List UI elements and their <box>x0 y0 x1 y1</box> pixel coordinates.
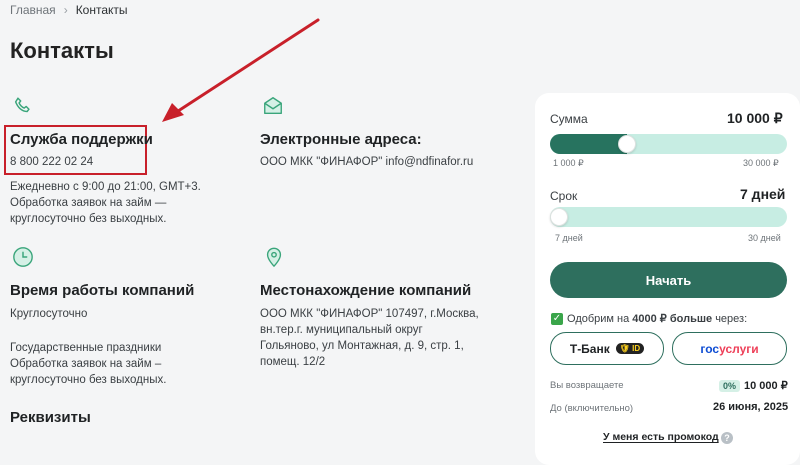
term-value: 7 дней <box>740 186 786 202</box>
approve-suffix: через: <box>712 313 748 325</box>
tbank-id-button[interactable]: Т-Банк 🛡 ID <box>550 332 664 365</box>
rate-badge: 0% <box>719 380 741 392</box>
amount-value: 10 000 ₽ <box>727 110 783 126</box>
approve-prefix: Одобрим на <box>567 313 633 325</box>
location-line-1: ООО МКК "ФИНАФОР" 107497, г.Москва, <box>260 308 479 320</box>
help-icon[interactable]: ? <box>721 432 733 444</box>
start-button[interactable]: Начать <box>550 262 787 298</box>
tbank-label: Т-Банк <box>569 341 610 356</box>
location-pin-icon <box>266 247 282 268</box>
hours-note-2: круглосуточно без выходных. <box>10 374 167 386</box>
hours-title: Время работы компаний <box>10 282 195 299</box>
term-min: 7 дней <box>555 233 583 243</box>
breadcrumb-home-link[interactable]: Главная <box>10 3 56 17</box>
location-line-3: Гольяново, ул Монтажная, д. 9, стр. 1, <box>260 340 464 352</box>
term-slider[interactable] <box>550 207 787 227</box>
email-line[interactable]: ООО МКК "ФИНАФОР" info@ndfinafor.ru <box>260 154 473 170</box>
amount-slider-thumb[interactable] <box>617 135 636 153</box>
hours-value: Круглосуточно <box>10 308 88 320</box>
clock-icon <box>13 247 33 267</box>
page-title: Контакты <box>10 38 114 63</box>
hours-note-1: Обработка заявок на займ – <box>10 358 162 370</box>
breadcrumb-current: Контакты <box>75 3 128 17</box>
location-title: Местонахождение компаний <box>260 282 472 299</box>
amount-max: 30 000 ₽ <box>743 158 779 168</box>
annotation-arrow <box>162 18 320 122</box>
approve-bold: 4000 ₽ больше <box>632 313 713 325</box>
return-value: 10 000 ₽ <box>744 380 788 392</box>
support-note-2: круглосуточно без выходных. <box>10 213 167 225</box>
term-label: Срок <box>550 189 578 203</box>
support-phone[interactable]: 8 800 222 02 24 <box>10 154 93 170</box>
hours-holidays: Государственные праздники <box>10 342 162 354</box>
until-value: 26 июня, 2025 <box>713 401 789 413</box>
tbank-id-badge: 🛡 ID <box>615 343 645 354</box>
envelope-icon <box>264 97 282 115</box>
support-title: Служба поддержки <box>10 131 153 148</box>
amount-label: Сумма <box>550 112 588 126</box>
return-label: Вы возвращаете <box>550 380 624 391</box>
breadcrumb-separator: › <box>63 3 68 17</box>
gosuslugi-button[interactable]: госуслуги <box>672 332 787 365</box>
approve-text: Одобрим на 4000 ₽ больше через: <box>567 312 747 325</box>
gosuslugi-logo: госуслуги <box>700 341 759 356</box>
location-line-4: помещ. 12/2 <box>260 356 326 368</box>
support-hours: Ежедневно с 9:00 до 21:00, GMT+3. <box>10 181 201 193</box>
checkbox-icon[interactable]: ✓ <box>551 313 563 325</box>
amount-slider[interactable] <box>550 134 787 154</box>
amount-slider-fill <box>550 134 627 154</box>
email-title: Электронные адреса: <box>260 131 422 148</box>
term-max: 30 дней <box>748 233 781 243</box>
breadcrumb: Главная › Контакты <box>10 3 128 17</box>
phone-icon <box>14 97 30 113</box>
location-line-2: вн.тер.г. муниципальный округ <box>260 324 423 336</box>
until-label: До (включительно) <box>550 403 634 414</box>
requisites-title: Реквизиты <box>10 409 91 426</box>
promo-link[interactable]: У меня есть промокод <box>603 431 719 443</box>
amount-min: 1 000 ₽ <box>553 158 584 168</box>
term-slider-thumb[interactable] <box>550 208 568 226</box>
support-note-1: Обработка заявок на займ — <box>10 197 167 209</box>
